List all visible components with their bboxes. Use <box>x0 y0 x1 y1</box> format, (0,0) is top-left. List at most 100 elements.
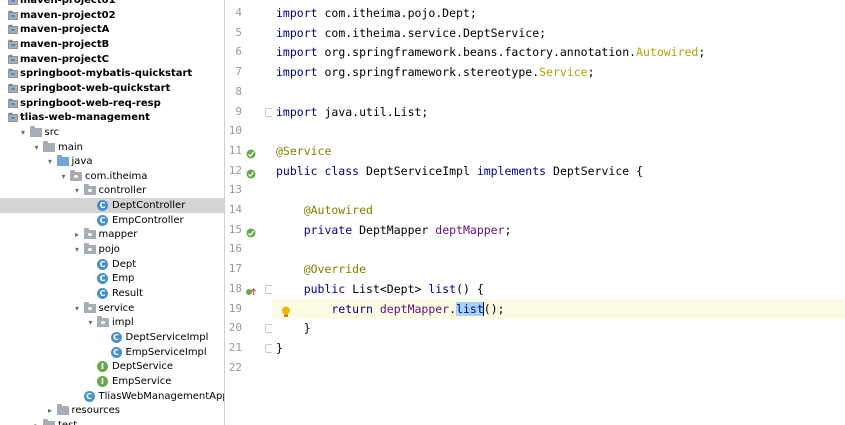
tree-item[interactable]: ▾ controller <box>0 183 224 198</box>
code-token: ; <box>698 45 706 60</box>
tree-item[interactable]: ▸ resources <box>0 403 224 418</box>
tree-item[interactable]: maven-projectB <box>0 37 224 52</box>
tree-item[interactable]: ▾ src <box>0 125 224 140</box>
code-line[interactable]: @Service <box>276 141 331 161</box>
tree-item[interactable]: C EmpController <box>0 213 224 228</box>
chevron-right-icon[interactable]: ▸ <box>32 418 41 425</box>
tree-item[interactable]: ▾ impl <box>0 315 224 330</box>
chevron-right-icon[interactable]: ▸ <box>73 227 82 242</box>
chevron-down-icon[interactable]: ▾ <box>32 140 41 155</box>
code-line[interactable]: import org.springframework.beans.factory… <box>276 42 705 62</box>
code-token: public <box>276 281 346 296</box>
code-line[interactable]: import com.itheima.pojo.Dept; <box>276 3 477 23</box>
tree-item[interactable]: C DeptServiceImpl <box>0 330 224 345</box>
code-line[interactable]: private DeptMapper deptMapper; <box>276 220 512 240</box>
tree-item[interactable]: C Emp <box>0 271 224 286</box>
tree-item[interactable]: C Dept <box>0 257 224 272</box>
code-line[interactable]: public List<Dept> list() { <box>276 279 484 299</box>
tree-item[interactable]: springboot-web-quickstart <box>0 81 224 96</box>
class-icon: C <box>110 346 122 358</box>
code-line[interactable]: @Override <box>276 259 366 279</box>
package-icon <box>70 169 82 181</box>
tree-item[interactable]: ▾ pojo <box>0 242 224 257</box>
tree-item-label: DeptService <box>112 361 174 373</box>
code-line[interactable]: return deptMapper.list(); <box>276 299 505 319</box>
code-line[interactable]: import java.util.List; <box>276 102 428 122</box>
spring-bean-icon[interactable] <box>245 145 257 159</box>
code-token: DeptService { <box>553 163 644 178</box>
tree-item-label: Dept <box>112 258 137 270</box>
tree-item[interactable]: tlias-web-management <box>0 110 224 125</box>
code-line[interactable]: @Autowired <box>276 200 373 220</box>
tree-item-label: src <box>44 126 60 138</box>
chevron-down-icon[interactable]: ▾ <box>46 154 55 169</box>
tree-item[interactable]: I DeptService <box>0 359 224 374</box>
chevron-down-icon[interactable]: ▾ <box>73 301 82 316</box>
folder-icon <box>43 140 55 152</box>
tree-item[interactable]: springboot-mybatis-quickstart <box>0 66 224 81</box>
code-token: return <box>276 301 373 316</box>
tree-item[interactable]: springboot-web-req-resp <box>0 96 224 111</box>
tree-item[interactable]: maven-project02 <box>0 8 224 23</box>
line-number: 15 <box>228 222 242 236</box>
tree-item-label: main <box>58 141 83 153</box>
tree-item-label: DeptController <box>112 200 186 212</box>
tree-item[interactable]: C DeptController <box>0 198 224 214</box>
line-number: 4 <box>235 6 242 19</box>
code-line[interactable]: import org.springframework.stereotype.Se… <box>276 62 595 82</box>
tree-item-label: test <box>58 418 77 425</box>
tree-item[interactable]: ▾ java <box>0 154 224 169</box>
line-number: 14 <box>228 203 242 216</box>
tree-item-label: maven-projectA <box>20 24 110 36</box>
chevron-down-icon[interactable]: ▾ <box>19 125 28 140</box>
tree-item[interactable]: ▾ main <box>0 140 224 155</box>
tree-item[interactable]: ▸ mapper <box>0 227 224 242</box>
tree-item-label: service <box>98 302 135 314</box>
tree-item[interactable]: CTliasWebManagementApplicatio <box>0 389 224 404</box>
override-icon[interactable] <box>245 283 257 295</box>
code-token: @Service <box>276 143 332 158</box>
tree-item[interactable]: I EmpService <box>0 374 224 389</box>
module-icon <box>8 10 18 20</box>
tree-item-label: controller <box>98 185 147 197</box>
spring-bean-icon[interactable] <box>245 224 257 238</box>
line-number: 5 <box>235 25 242 39</box>
chevron-down-icon[interactable]: ▾ <box>86 315 95 330</box>
tree-item[interactable]: ▸ test <box>0 418 224 425</box>
tree-item[interactable]: ▾ service <box>0 301 224 316</box>
tree-item-label: maven-project02 <box>20 9 116 21</box>
code-token: import <box>276 6 318 20</box>
code-token: } <box>276 321 311 336</box>
code-line[interactable]: import com.itheima.service.DeptService; <box>276 23 546 43</box>
tree-item[interactable]: C EmpServiceImpl <box>0 345 224 360</box>
project-tree[interactable]: maven-project01 maven-project02 maven-proj… <box>0 0 225 425</box>
code-line[interactable]: public class DeptServiceImpl implements … <box>276 161 643 181</box>
spring-bean-icon[interactable] <box>245 165 257 179</box>
code-token: import <box>276 45 318 60</box>
code-line[interactable]: } <box>276 318 311 338</box>
code-token: com.itheima.service.DeptService; <box>324 25 547 40</box>
tree-item[interactable]: maven-projectC <box>0 52 224 67</box>
tree-item-label: tlias-web-management <box>20 112 150 124</box>
chevron-down-icon[interactable]: ▾ <box>59 169 68 184</box>
folder-icon <box>29 125 42 137</box>
tree-item-label: EmpController <box>112 214 184 226</box>
code-editor[interactable]: import com.itheima.pojo.Dept; import com.… <box>272 0 845 425</box>
tree-item-label: TliasWebManagementApplicatio <box>98 390 225 402</box>
chevron-down-icon[interactable]: ▾ <box>73 183 82 198</box>
tree-item[interactable]: C Result <box>0 286 224 301</box>
module-icon <box>8 54 18 64</box>
chevron-right-icon[interactable]: ▸ <box>46 403 55 418</box>
tree-item[interactable]: maven-projectA <box>0 22 224 37</box>
code-token: Autowired <box>636 45 699 60</box>
module-icon <box>8 83 18 93</box>
tree-item-label: java <box>71 156 93 168</box>
tree-item[interactable]: ▾ com.itheima <box>0 169 224 184</box>
selected-word[interactable]: list <box>456 301 484 316</box>
package-icon <box>97 316 109 328</box>
code-token: @Autowired <box>276 203 373 217</box>
chevron-down-icon[interactable]: ▾ <box>73 242 82 257</box>
code-line[interactable]: } <box>276 338 283 358</box>
tree-item-label: springboot-web-req-resp <box>20 97 161 109</box>
code-token: ; <box>504 222 512 237</box>
